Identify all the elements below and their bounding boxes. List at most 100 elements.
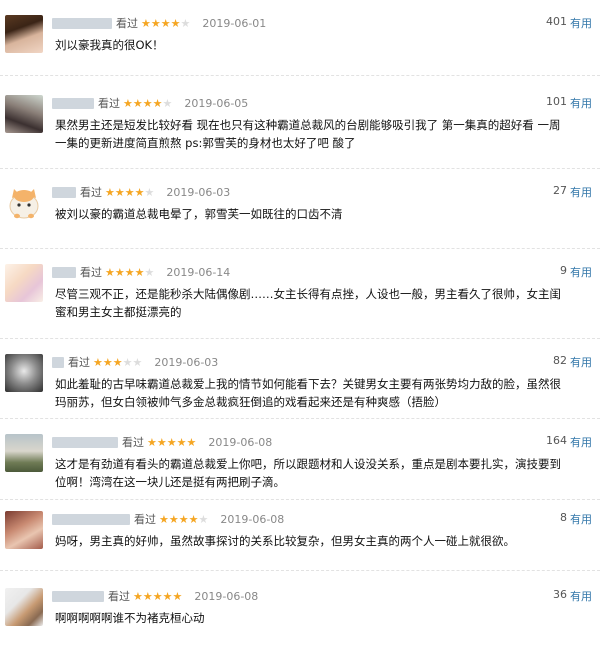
vote-count: 8 — [560, 511, 567, 524]
useful-button[interactable]: 有用 — [570, 434, 592, 450]
review-date: 2019-06-05 — [184, 96, 249, 110]
vote-count: 401 — [546, 15, 567, 28]
star-filled-icon: ★ — [93, 355, 103, 369]
username[interactable] — [52, 186, 76, 198]
watched-label: 看过 — [108, 590, 130, 603]
star-filled-icon: ★ — [124, 265, 135, 279]
divider — [0, 75, 600, 76]
rating-stars: ★★★★★ — [147, 436, 196, 449]
star-empty-icon: ★ — [132, 355, 143, 369]
divider — [0, 168, 600, 169]
watched-label: 看过 — [68, 356, 90, 369]
star-filled-icon: ★ — [105, 265, 115, 279]
star-filled-icon: ★ — [156, 435, 167, 449]
star-filled-icon: ★ — [134, 265, 145, 279]
divider — [0, 338, 600, 339]
star-filled-icon: ★ — [150, 16, 161, 30]
vote-count: 36 — [553, 588, 567, 601]
star-filled-icon: ★ — [102, 355, 113, 369]
username[interactable] — [52, 513, 130, 525]
username[interactable] — [52, 266, 76, 278]
divider — [0, 248, 600, 249]
useful-button[interactable]: 有用 — [570, 588, 592, 604]
divider — [0, 499, 600, 500]
review-item: 看过 ★★★★★ 2019-06-08 36 有用 啊啊啊啊啊谁不为褚克桓心动 — [0, 585, 600, 635]
star-filled-icon: ★ — [133, 589, 143, 603]
rating-stars: ★★★★★ — [133, 590, 182, 603]
star-filled-icon: ★ — [142, 589, 153, 603]
star-filled-icon: ★ — [172, 589, 183, 603]
username[interactable] — [52, 436, 118, 448]
review-item: 看过 ★★★★★ 2019-06-05 101 有用 果然男主还是短发比较好看 … — [0, 92, 600, 152]
review-date: 2019-06-14 — [166, 265, 231, 279]
cartoon-cat-icon — [9, 189, 39, 219]
review-date: 2019-06-08 — [220, 512, 285, 526]
review-meta: 看过 ★★★★★ 2019-06-03 — [52, 354, 218, 370]
rating-stars: ★★★★★ — [159, 513, 208, 526]
useful-button[interactable]: 有用 — [570, 264, 592, 280]
review-date: 2019-06-08 — [194, 589, 259, 603]
avatar[interactable] — [5, 264, 43, 302]
avatar[interactable] — [5, 354, 43, 392]
star-filled-icon: ★ — [114, 265, 125, 279]
review-text: 果然男主还是短发比较好看 现在也只有这种霸道总裁风的台剧能够吸引我了 第一集真的… — [55, 118, 561, 150]
vote-count: 164 — [546, 434, 567, 447]
avatar[interactable] — [5, 434, 43, 472]
avatar[interactable] — [5, 184, 43, 222]
rating-stars: ★★★★★ — [105, 186, 154, 199]
star-filled-icon: ★ — [124, 185, 135, 199]
star-filled-icon: ★ — [162, 589, 173, 603]
divider — [0, 570, 600, 571]
useful-button[interactable]: 有用 — [570, 184, 592, 200]
username[interactable] — [52, 356, 64, 368]
star-filled-icon: ★ — [159, 512, 169, 526]
review-text: 啊啊啊啊啊谁不为褚克桓心动 — [55, 611, 205, 625]
rating-stars: ★★★★★ — [141, 17, 190, 30]
useful-button[interactable]: 有用 — [570, 354, 592, 370]
watched-label: 看过 — [134, 513, 156, 526]
star-filled-icon: ★ — [176, 435, 187, 449]
star-filled-icon: ★ — [152, 96, 163, 110]
rating-stars: ★★★★★ — [105, 266, 154, 279]
watched-label: 看过 — [116, 17, 138, 30]
star-filled-icon: ★ — [112, 355, 123, 369]
review-item: 看过 ★★★★★ 2019-06-14 9 有用 尽管三观不正，还是能秒杀大陆偶… — [0, 261, 600, 321]
avatar[interactable] — [5, 588, 43, 626]
divider — [0, 418, 600, 419]
useful-button[interactable]: 有用 — [570, 511, 592, 527]
username[interactable] — [52, 17, 112, 29]
star-filled-icon: ★ — [105, 185, 115, 199]
star-filled-icon: ★ — [168, 512, 179, 526]
review-meta: 看过 ★★★★★ 2019-06-03 — [52, 184, 230, 200]
watched-label: 看过 — [80, 186, 102, 199]
review-meta: 看过 ★★★★★ 2019-06-14 — [52, 264, 230, 280]
star-filled-icon: ★ — [152, 589, 163, 603]
review-meta: 看过 ★★★★★ 2019-06-08 — [52, 588, 258, 604]
watched-label: 看过 — [122, 436, 144, 449]
username[interactable] — [52, 590, 104, 602]
rating-stars: ★★★★★ — [123, 97, 172, 110]
review-text: 妈呀，男主真的好帅，虽然故事探讨的关系比较复杂，但男女主真的两个人一碰上就很欲。 — [55, 534, 515, 548]
useful-button[interactable]: 有用 — [570, 95, 592, 111]
star-empty-icon: ★ — [162, 96, 173, 110]
avatar[interactable] — [5, 15, 43, 53]
avatar[interactable] — [5, 511, 43, 549]
star-filled-icon: ★ — [166, 435, 177, 449]
star-empty-icon: ★ — [198, 512, 209, 526]
watched-label: 看过 — [98, 97, 120, 110]
vote-count: 82 — [553, 354, 567, 367]
review-date: 2019-06-03 — [166, 185, 231, 199]
star-empty-icon: ★ — [144, 265, 155, 279]
watched-label: 看过 — [80, 266, 102, 279]
vote-count: 101 — [546, 95, 567, 108]
star-filled-icon: ★ — [160, 16, 171, 30]
review-text: 如此羞耻的古早味霸道总裁爱上我的情节如何能看下去？关键男女主要有两张势均力敌的脸… — [55, 377, 561, 409]
vote-count: 27 — [553, 184, 567, 197]
username[interactable] — [52, 97, 94, 109]
star-filled-icon: ★ — [147, 435, 157, 449]
review-item: 看过 ★★★★★ 2019-06-08 164 有用 这才是有劲道有看头的霸道总… — [0, 431, 600, 491]
review-item: 看过 ★★★★★ 2019-06-01 401 有用 刘以豪我真的很OK！ — [0, 12, 600, 62]
avatar[interactable] — [5, 95, 43, 133]
review-item: 看过 ★★★★★ 2019-06-03 82 有用 如此羞耻的古早味霸道总裁爱上… — [0, 351, 600, 415]
useful-button[interactable]: 有用 — [570, 15, 592, 31]
